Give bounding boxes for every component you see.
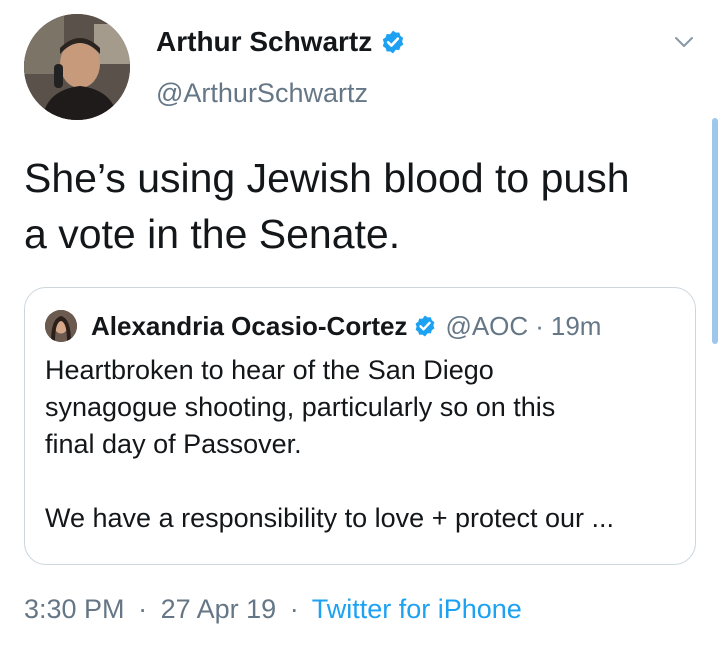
chevron-down-icon[interactable] — [672, 30, 696, 54]
quoted-author-handle[interactable]: @AOC — [445, 310, 528, 342]
separator-dot: · — [535, 311, 544, 341]
verified-badge-icon — [380, 29, 406, 55]
tweet-text: She’s using Jewish blood to push a vote … — [24, 150, 694, 262]
profile-photo — [45, 310, 77, 342]
tweet-detail: Arthur Schwartz @ArthurSchwartz She’s us… — [0, 0, 720, 649]
verified-badge-icon — [413, 314, 437, 338]
quoted-author-name[interactable]: Alexandria Ocasio-Cortez — [91, 310, 407, 342]
quoted-tweet-line: Heartbroken to hear of the San Diego — [45, 355, 494, 385]
quoted-tweet-line: synagogue shooting, particularly so on t… — [45, 392, 556, 422]
quoted-tweet-header: Alexandria Ocasio-Cortez @AOC · 19m — [91, 310, 601, 342]
author-handle[interactable]: @ArthurSchwartz — [156, 78, 368, 109]
quoted-author-avatar[interactable] — [45, 310, 77, 342]
quoted-tweet-text: Heartbroken to hear of the San Diego syn… — [45, 352, 685, 537]
scrollbar[interactable] — [712, 118, 718, 344]
author-name[interactable]: Arthur Schwartz — [156, 26, 372, 58]
tweet-source-link[interactable]: Twitter for iPhone — [312, 594, 522, 624]
tweet-date: 27 Apr 19 — [160, 594, 277, 624]
tweet-time: 3:30 PM — [24, 594, 125, 624]
author-avatar[interactable] — [24, 14, 130, 120]
quoted-tweet-time: 19m — [550, 311, 602, 341]
tweet-meta: 3:30 PM · 27 Apr 19 · Twitter for iPhone — [24, 594, 522, 625]
separator-dot: · — [138, 594, 148, 624]
tweet-text-line: She’s using Jewish blood to push — [24, 155, 630, 201]
tweet-text-line: a vote in the Senate. — [24, 211, 401, 257]
profile-photo — [24, 14, 130, 120]
separator-dot: · — [289, 594, 299, 624]
quoted-tweet[interactable]: Alexandria Ocasio-Cortez @AOC · 19m Hear… — [24, 287, 696, 565]
quoted-tweet-line: We have a responsibility to love + prote… — [45, 503, 615, 533]
author-name-row[interactable]: Arthur Schwartz — [156, 26, 406, 58]
quoted-tweet-line: final day of Passover. — [45, 429, 302, 459]
